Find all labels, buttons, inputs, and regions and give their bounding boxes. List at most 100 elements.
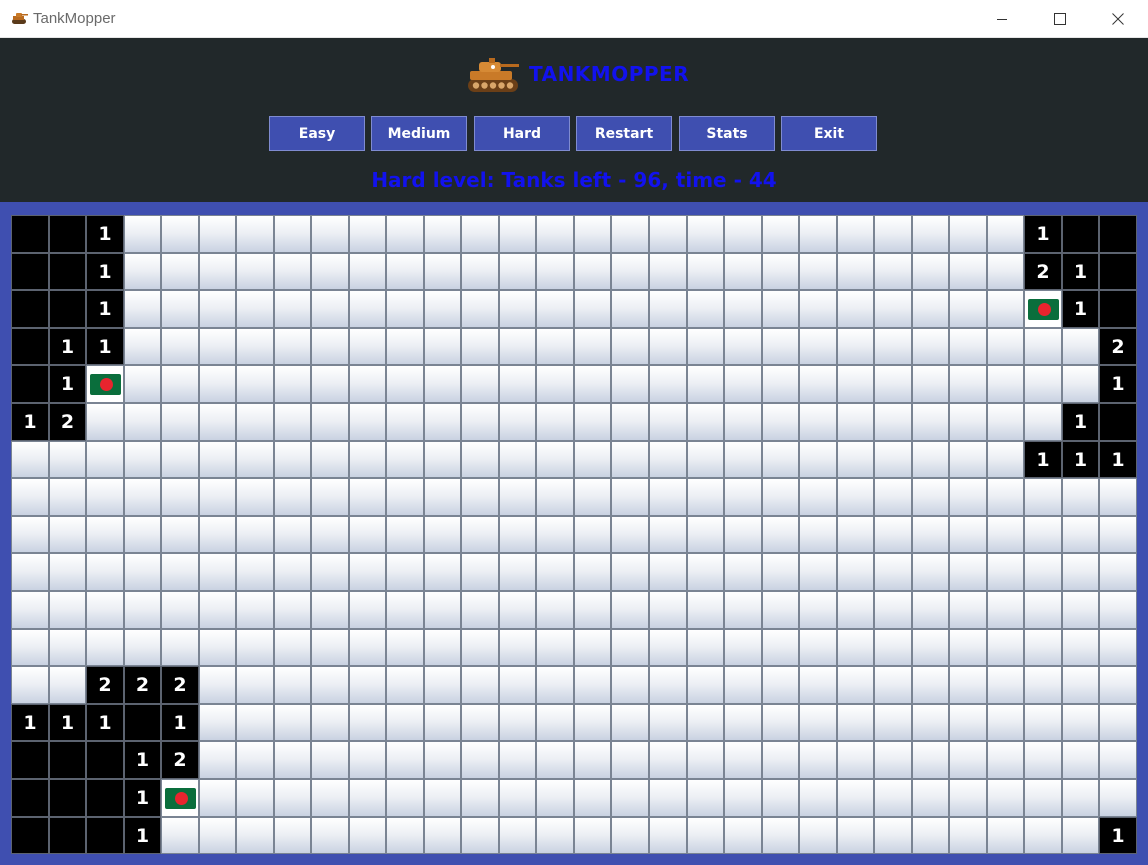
covered-cell[interactable]	[461, 365, 499, 403]
covered-cell[interactable]	[949, 403, 987, 441]
covered-cell[interactable]	[424, 516, 461, 553]
flagged-cell[interactable]	[161, 779, 199, 817]
covered-cell[interactable]	[1099, 741, 1137, 779]
covered-cell[interactable]	[311, 553, 349, 591]
covered-cell[interactable]	[611, 328, 649, 365]
covered-cell[interactable]	[199, 629, 236, 666]
covered-cell[interactable]	[574, 403, 611, 441]
covered-cell[interactable]	[611, 779, 649, 817]
covered-cell[interactable]	[912, 817, 949, 854]
covered-cell[interactable]	[611, 290, 649, 328]
covered-cell[interactable]	[274, 741, 311, 779]
covered-cell[interactable]	[762, 215, 799, 253]
covered-cell[interactable]	[199, 516, 236, 553]
covered-cell[interactable]	[274, 365, 311, 403]
covered-cell[interactable]	[949, 666, 987, 704]
covered-cell[interactable]	[199, 253, 236, 290]
covered-cell[interactable]	[724, 290, 762, 328]
covered-cell[interactable]	[987, 253, 1024, 290]
covered-cell[interactable]	[987, 215, 1024, 253]
covered-cell[interactable]	[611, 441, 649, 478]
covered-cell[interactable]	[874, 704, 912, 741]
medium-button[interactable]: Medium	[371, 116, 467, 151]
covered-cell[interactable]	[724, 704, 762, 741]
covered-cell[interactable]	[311, 290, 349, 328]
covered-cell[interactable]	[611, 478, 649, 516]
covered-cell[interactable]	[499, 403, 536, 441]
covered-cell[interactable]	[1024, 553, 1062, 591]
covered-cell[interactable]	[574, 779, 611, 817]
covered-cell[interactable]	[536, 666, 574, 704]
covered-cell[interactable]	[649, 290, 687, 328]
covered-cell[interactable]	[611, 591, 649, 629]
covered-cell[interactable]	[874, 290, 912, 328]
covered-cell[interactable]	[461, 666, 499, 704]
covered-cell[interactable]	[424, 779, 461, 817]
covered-cell[interactable]	[1024, 817, 1062, 854]
covered-cell[interactable]	[724, 629, 762, 666]
covered-cell[interactable]	[687, 704, 724, 741]
covered-cell[interactable]	[161, 290, 199, 328]
covered-cell[interactable]	[424, 629, 461, 666]
covered-cell[interactable]	[762, 741, 799, 779]
covered-cell[interactable]	[574, 553, 611, 591]
covered-cell[interactable]	[499, 666, 536, 704]
covered-cell[interactable]	[124, 253, 161, 290]
covered-cell[interactable]	[311, 478, 349, 516]
covered-cell[interactable]	[837, 629, 874, 666]
covered-cell[interactable]	[687, 516, 724, 553]
covered-cell[interactable]	[949, 741, 987, 779]
covered-cell[interactable]	[49, 441, 86, 478]
covered-cell[interactable]	[536, 553, 574, 591]
covered-cell[interactable]	[461, 817, 499, 854]
covered-cell[interactable]	[236, 215, 274, 253]
covered-cell[interactable]	[949, 704, 987, 741]
covered-cell[interactable]	[536, 516, 574, 553]
covered-cell[interactable]	[987, 591, 1024, 629]
covered-cell[interactable]	[161, 478, 199, 516]
covered-cell[interactable]	[349, 704, 386, 741]
covered-cell[interactable]	[649, 403, 687, 441]
covered-cell[interactable]	[687, 403, 724, 441]
covered-cell[interactable]	[649, 629, 687, 666]
covered-cell[interactable]	[386, 290, 424, 328]
covered-cell[interactable]	[949, 441, 987, 478]
covered-cell[interactable]	[987, 478, 1024, 516]
covered-cell[interactable]	[199, 553, 236, 591]
covered-cell[interactable]	[1099, 666, 1137, 704]
covered-cell[interactable]	[799, 441, 837, 478]
covered-cell[interactable]	[574, 290, 611, 328]
covered-cell[interactable]	[912, 215, 949, 253]
covered-cell[interactable]	[236, 629, 274, 666]
covered-cell[interactable]	[799, 290, 837, 328]
covered-cell[interactable]	[424, 253, 461, 290]
covered-cell[interactable]	[687, 553, 724, 591]
covered-cell[interactable]	[236, 441, 274, 478]
covered-cell[interactable]	[687, 328, 724, 365]
maximize-button[interactable]	[1031, 0, 1089, 38]
covered-cell[interactable]	[1024, 591, 1062, 629]
covered-cell[interactable]	[499, 253, 536, 290]
covered-cell[interactable]	[874, 365, 912, 403]
covered-cell[interactable]	[199, 817, 236, 854]
covered-cell[interactable]	[649, 741, 687, 779]
covered-cell[interactable]	[499, 365, 536, 403]
covered-cell[interactable]	[274, 215, 311, 253]
covered-cell[interactable]	[687, 629, 724, 666]
covered-cell[interactable]	[274, 817, 311, 854]
covered-cell[interactable]	[949, 478, 987, 516]
covered-cell[interactable]	[762, 516, 799, 553]
covered-cell[interactable]	[687, 215, 724, 253]
covered-cell[interactable]	[762, 478, 799, 516]
covered-cell[interactable]	[837, 253, 874, 290]
covered-cell[interactable]	[949, 779, 987, 817]
covered-cell[interactable]	[536, 253, 574, 290]
covered-cell[interactable]	[499, 591, 536, 629]
covered-cell[interactable]	[1024, 478, 1062, 516]
covered-cell[interactable]	[574, 817, 611, 854]
covered-cell[interactable]	[611, 741, 649, 779]
covered-cell[interactable]	[49, 553, 86, 591]
covered-cell[interactable]	[86, 403, 124, 441]
covered-cell[interactable]	[461, 553, 499, 591]
covered-cell[interactable]	[649, 516, 687, 553]
